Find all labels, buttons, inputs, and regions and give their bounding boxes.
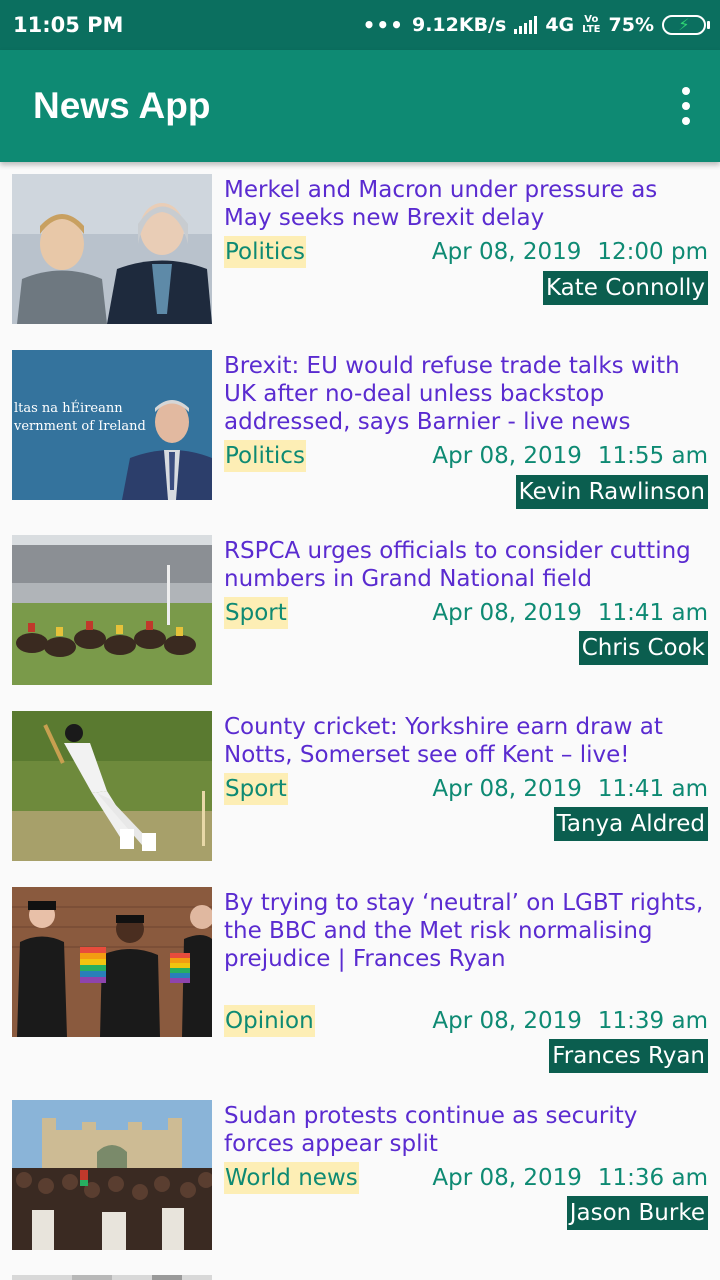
publish-datetime: Apr 08, 2019 11:41 am <box>432 776 708 802</box>
status-time: 11:05 PM <box>13 13 124 37</box>
news-card[interactable]: By trying to stay ‘neutral’ on LGBT righ… <box>12 887 708 1073</box>
article-image <box>12 887 212 1037</box>
app-title: News App <box>33 85 211 126</box>
svg-text:vernment of Ireland: vernment of Ireland <box>13 419 146 434</box>
author-badge: Chris Cook <box>578 631 708 665</box>
section-tag: Sport <box>224 597 288 629</box>
news-list[interactable]: Merkel and Macron under pressure as May … <box>0 162 720 1280</box>
app-bar: News App <box>0 50 720 162</box>
publish-datetime: Apr 08, 2019 11:55 am <box>432 443 708 469</box>
publish-datetime: Apr 08, 2019 11:41 am <box>432 600 708 626</box>
news-card[interactable]: RSPCA urges officials to consider cuttin… <box>12 535 708 685</box>
article-headline[interactable]: By trying to stay ‘neutral’ on LGBT righ… <box>224 889 708 973</box>
article-image <box>12 711 212 861</box>
section-tag: Politics <box>224 236 306 268</box>
article-meta: Sport Apr 08, 2019 11:41 am <box>224 773 708 805</box>
article-meta: Politics Apr 08, 2019 11:55 am <box>224 440 708 472</box>
news-card[interactable] <box>12 1275 708 1280</box>
article-image <box>12 174 212 324</box>
author-badge: Kevin Rawlinson <box>515 475 708 509</box>
publish-datetime: Apr 08, 2019 11:39 am <box>432 1008 708 1034</box>
author-badge: Tanya Aldred <box>553 807 708 841</box>
article-meta: Politics Apr 08, 2019 12:00 pm <box>224 236 708 268</box>
author-badge: Frances Ryan <box>549 1039 708 1073</box>
network-speed: 9.12KB/s <box>411 14 507 36</box>
article-headline[interactable]: County cricket: Yorkshire earn draw at N… <box>224 713 708 769</box>
news-card[interactable]: Merkel and Macron under pressure as May … <box>12 174 708 324</box>
article-headline[interactable]: Sudan protests continue as security forc… <box>224 1102 708 1158</box>
section-tag: Opinion <box>224 1005 315 1037</box>
article-meta: Opinion Apr 08, 2019 11:39 am <box>224 1005 708 1037</box>
network-type: 4G <box>545 14 575 36</box>
battery-percent: 75% <box>608 14 654 36</box>
news-card[interactable]: County cricket: Yorkshire earn draw at N… <box>12 711 708 861</box>
status-bar: 11:05 PM ••• 9.12KB/s 4G Vo LTE 75% ⚡ <box>0 0 720 50</box>
news-card[interactable]: Sudan protests continue as security forc… <box>12 1100 708 1250</box>
volte-icon: Vo LTE <box>582 14 601 35</box>
status-icons: ••• 9.12KB/s 4G Vo LTE 75% ⚡ <box>362 13 710 37</box>
article-image <box>12 1100 212 1250</box>
news-card[interactable]: ltas na hÉireann vernment of Ireland Bre… <box>12 350 708 509</box>
publish-datetime: Apr 08, 2019 12:00 pm <box>431 239 708 265</box>
more-vert-icon[interactable] <box>682 79 690 133</box>
article-headline[interactable]: RSPCA urges officials to consider cuttin… <box>224 537 708 593</box>
article-meta: World news Apr 08, 2019 11:36 am <box>224 1162 708 1194</box>
signal-icon <box>514 16 538 34</box>
svg-text:ltas na hÉireann: ltas na hÉireann <box>14 400 123 416</box>
article-headline[interactable]: Brexit: EU would refuse trade talks with… <box>224 352 708 436</box>
notification-dots: ••• <box>362 13 404 37</box>
publish-datetime: Apr 08, 2019 11:36 am <box>432 1165 708 1191</box>
battery-charging-icon: ⚡ <box>662 15 710 35</box>
article-image: ltas na hÉireann vernment of Ireland <box>12 350 212 500</box>
article-image <box>12 1275 212 1280</box>
article-image <box>12 535 212 685</box>
section-tag: World news <box>224 1162 359 1194</box>
author-badge: Jason Burke <box>566 1196 708 1230</box>
author-badge: Kate Connolly <box>542 271 708 305</box>
article-headline[interactable]: Merkel and Macron under pressure as May … <box>224 176 708 232</box>
section-tag: Politics <box>224 440 306 472</box>
section-tag: Sport <box>224 773 288 805</box>
article-meta: Sport Apr 08, 2019 11:41 am <box>224 597 708 629</box>
